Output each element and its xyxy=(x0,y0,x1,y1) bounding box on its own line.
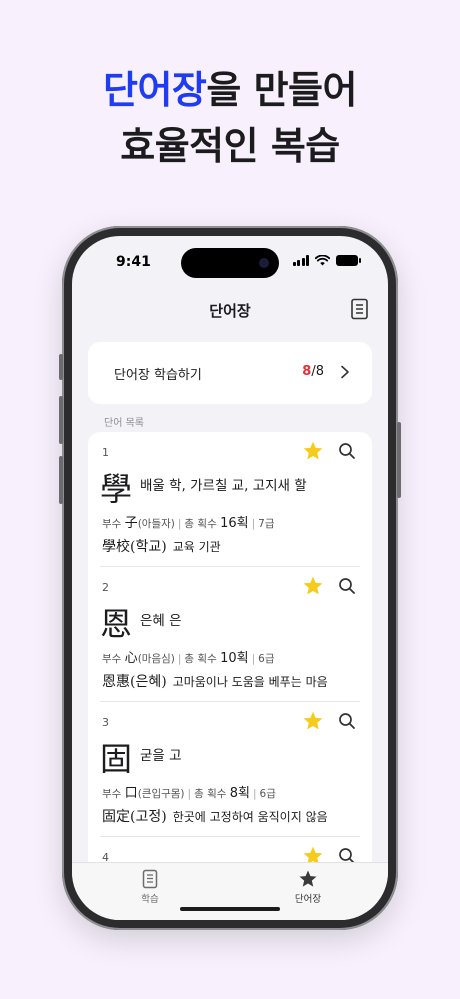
entry-number: 1 xyxy=(102,446,109,459)
list-item[interactable]: 2 恩 은혜 은 부수 心(마음심) | 총 획수 10획 | 6급 恩惠(은혜) 고마움… xyxy=(100,567,360,702)
status-icons xyxy=(292,255,361,266)
tab-wordbook[interactable]: 단어장 xyxy=(268,869,348,905)
section-label: 단어 목록 xyxy=(104,418,144,429)
headline-line-1: 단어장을 만들어 xyxy=(0,62,460,118)
phone-button-mute xyxy=(59,354,63,380)
battery-icon xyxy=(336,255,361,266)
example-word: 恩惠(은혜) xyxy=(102,674,167,690)
radical-char: 子 xyxy=(124,516,138,531)
radical-prefix: 부수 xyxy=(102,518,122,530)
study-progress: 8/8 xyxy=(302,364,324,379)
search-icon[interactable] xyxy=(338,577,356,595)
strokes-count: 8획 xyxy=(229,786,250,801)
home-indicator xyxy=(180,907,280,911)
entry-meaning: 배울 학, 가르칠 교, 고지새 할 xyxy=(140,478,307,494)
entry-example: 學校(학교) 교육 기관 xyxy=(102,536,221,556)
strokes-label: 총 획수 xyxy=(184,653,217,665)
entry-meaning: 은혜 은 xyxy=(140,613,182,629)
cellular-signal-icon xyxy=(292,255,309,266)
entry-number: 2 xyxy=(102,581,109,594)
status-time: 9:41 xyxy=(116,254,151,270)
study-label: 단어장 학습하기 xyxy=(114,368,202,383)
chevron-right-icon xyxy=(341,365,349,379)
entry-meta: 부수 心(마음심) | 총 획수 10획 | 6급 xyxy=(102,651,275,666)
example-meaning: 고마움이나 도움을 베푸는 마음 xyxy=(172,675,328,689)
grade: 7급 xyxy=(258,518,275,530)
phone-button-power xyxy=(397,422,401,498)
list-item[interactable]: 1 學 배울 학, 가르칠 교, 고지새 할 부수 子(아들자) | 총 획수 16… xyxy=(100,432,360,567)
word-list: 1 學 배울 학, 가르칠 교, 고지새 할 부수 子(아들자) | 총 획수 16… xyxy=(88,432,372,862)
star-icon[interactable] xyxy=(302,440,324,462)
radical-char: 口 xyxy=(124,786,138,801)
star-icon xyxy=(299,870,317,887)
phone-button-volume-up xyxy=(59,396,63,444)
document-icon[interactable] xyxy=(350,298,370,320)
star-icon[interactable] xyxy=(302,575,324,597)
entry-example: 固定(고정) 한곳에 고정하여 움직이지 않음 xyxy=(102,806,328,826)
tab-bar: 학습 단어장 xyxy=(72,862,388,920)
example-meaning: 교육 기관 xyxy=(172,540,221,554)
strokes-label: 총 획수 xyxy=(194,788,227,800)
radical-name: (큰입구몸) xyxy=(137,788,185,800)
star-icon[interactable] xyxy=(302,845,324,862)
headline-accent: 단어장 xyxy=(103,68,207,112)
entry-hanja: 固 xyxy=(100,740,133,778)
dynamic-island xyxy=(181,248,279,278)
example-word: 固定(고정) xyxy=(102,809,167,825)
app-screen: 9:41 단어장 단어장 학습하기 8/8 단어 목록 1 學 배울 학, 가르… xyxy=(72,236,388,920)
search-icon[interactable] xyxy=(338,712,356,730)
radical-name: (마음심) xyxy=(137,653,175,665)
search-icon[interactable] xyxy=(338,442,356,460)
strokes-label: 총 획수 xyxy=(184,518,217,530)
phone-button-volume-down xyxy=(59,456,63,504)
strokes-count: 16획 xyxy=(220,516,249,531)
list-item[interactable]: 4 xyxy=(100,837,360,862)
example-word: 學校(학교) xyxy=(102,539,167,555)
entry-hanja: 恩 xyxy=(100,605,133,643)
radical-prefix: 부수 xyxy=(102,788,122,800)
study-wordbook-button[interactable]: 단어장 학습하기 8/8 xyxy=(88,342,372,404)
entry-example: 恩惠(은혜) 고마움이나 도움을 베푸는 마음 xyxy=(102,671,328,691)
study-total-count: /8 xyxy=(311,364,324,379)
grade: 6급 xyxy=(258,653,275,665)
radical-prefix: 부수 xyxy=(102,653,122,665)
wifi-icon xyxy=(315,255,330,266)
tab-label: 단어장 xyxy=(294,894,322,905)
list-item[interactable]: 3 固 굳을 고 부수 口(큰입구몸) | 총 획수 8획 | 6급 固定(고정) 한곳에… xyxy=(100,702,360,837)
entry-hanja: 學 xyxy=(100,470,133,508)
entry-meta: 부수 口(큰입구몸) | 총 획수 8획 | 6급 xyxy=(102,786,276,801)
headline-line-1-rest: 을 만들어 xyxy=(206,68,357,112)
tab-label: 학습 xyxy=(141,894,159,905)
book-icon xyxy=(142,869,158,889)
nav-title: 단어장 xyxy=(209,302,251,320)
headline-line-2: 효율적인 복습 xyxy=(120,124,340,168)
radical-name: (아들자) xyxy=(137,518,175,530)
star-icon[interactable] xyxy=(302,710,324,732)
tab-study[interactable]: 학습 xyxy=(110,869,190,905)
strokes-count: 10획 xyxy=(220,651,249,666)
entry-meaning: 굳을 고 xyxy=(140,748,182,764)
example-meaning: 한곳에 고정하여 움직이지 않음 xyxy=(172,810,328,824)
study-done-count: 8 xyxy=(302,364,312,379)
entry-meta: 부수 子(아들자) | 총 획수 16획 | 7급 xyxy=(102,516,275,531)
radical-char: 心 xyxy=(124,651,138,666)
promo-headline: 단어장을 만들어 효율적인 복습 xyxy=(0,62,460,174)
phone-frame: 9:41 단어장 단어장 학습하기 8/8 단어 목록 1 學 배울 학, 가르… xyxy=(59,226,401,930)
entry-number: 4 xyxy=(102,851,109,862)
grade: 6급 xyxy=(259,788,276,800)
search-icon[interactable] xyxy=(338,847,356,862)
entry-number: 3 xyxy=(102,716,109,729)
